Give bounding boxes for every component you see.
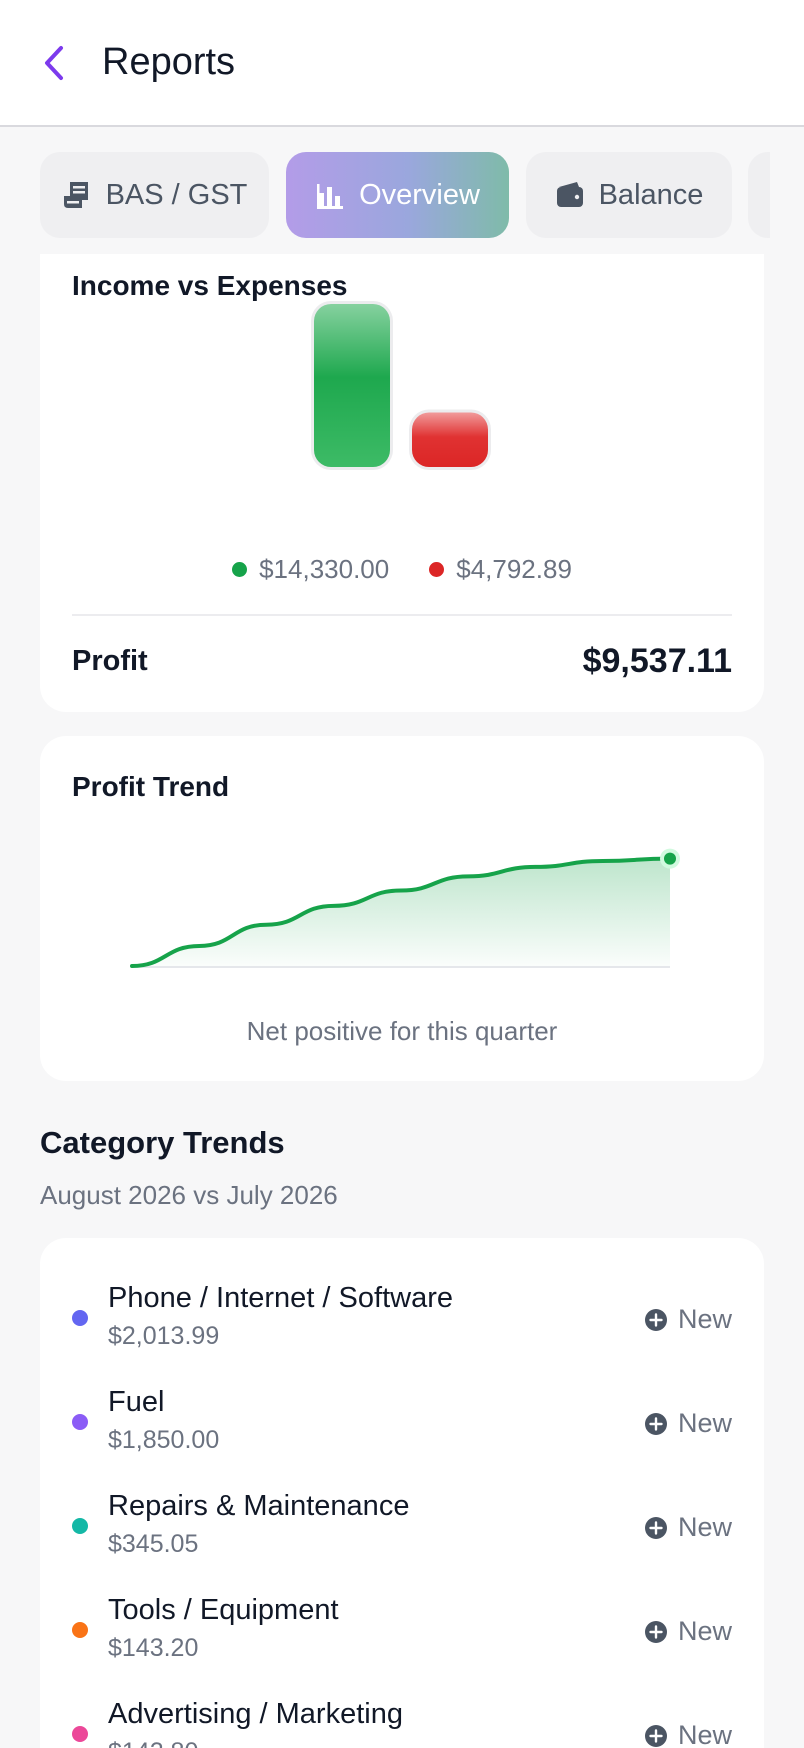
- income-expenses-chart: [311, 301, 491, 470]
- new-badge: New: [644, 1616, 732, 1647]
- category-trends-title: Category Trends: [40, 1125, 285, 1160]
- new-badge: New: [644, 1512, 732, 1543]
- category-amount: $1,850.00: [108, 1426, 220, 1454]
- plus-circle-icon: [644, 1620, 667, 1643]
- trend-endpoint: [664, 852, 676, 865]
- tab-label: Balance: [598, 178, 704, 211]
- profit-value: $9,537.11: [582, 642, 732, 680]
- trend-area: [132, 858, 670, 966]
- list-item[interactable]: Tools / Equipment $143.20 New: [40, 1582, 764, 1686]
- profit-trend-chart: [130, 848, 680, 968]
- tab-overview[interactable]: Overview: [286, 152, 509, 238]
- income-expenses-card: Income vs Expenses $14,330.00 $4,792.89: [40, 254, 764, 712]
- chevron-left-icon: [45, 45, 63, 80]
- tab-more[interactable]: [748, 152, 770, 238]
- tab-label: Overview: [359, 178, 480, 211]
- income-dot: [232, 562, 248, 577]
- expenses-value: $4,792.89: [456, 554, 572, 584]
- category-amount: $142.80: [108, 1738, 198, 1748]
- divider: [72, 614, 732, 616]
- category-name: Phone / Internet / Software: [108, 1282, 453, 1314]
- list-item[interactable]: Advertising / Marketing $142.80 New: [40, 1686, 764, 1748]
- tab-balance[interactable]: Balance: [526, 152, 732, 238]
- page-title: Reports: [102, 41, 236, 83]
- badge-label: New: [677, 1720, 732, 1748]
- profit-label: Profit: [72, 645, 148, 677]
- new-badge: New: [644, 1304, 732, 1335]
- receipt-icon: [63, 182, 88, 208]
- plus-circle-icon: [644, 1516, 667, 1539]
- category-list: Phone / Internet / Software $2,013.99 Ne…: [40, 1238, 764, 1748]
- plus-circle-icon: [644, 1412, 667, 1435]
- category-dot: [72, 1622, 88, 1638]
- category-name: Tools / Equipment: [108, 1594, 339, 1626]
- profit-trend-card: Profit Trend Net positive for this quart…: [40, 736, 764, 1081]
- badge-label: New: [677, 1304, 732, 1334]
- tab-label: BAS / GST: [105, 178, 248, 211]
- category-amount: $2,013.99: [108, 1322, 220, 1350]
- list-item[interactable]: Fuel $1,850.00 New: [40, 1374, 764, 1478]
- category-dot: [72, 1414, 88, 1430]
- bar-chart-icon: [317, 184, 344, 209]
- category-amount: $143.20: [108, 1634, 199, 1662]
- category-name: Repairs & Maintenance: [108, 1490, 410, 1522]
- category-dot: [72, 1726, 88, 1742]
- bar-expenses: [412, 412, 488, 467]
- top-app-bar: Reports: [0, 0, 804, 127]
- back-button[interactable]: [32, 41, 76, 85]
- profit-row: Profit $9,537.11: [72, 642, 732, 681]
- tab-bas-gst[interactable]: BAS / GST: [40, 152, 269, 238]
- badge-label: New: [677, 1408, 732, 1438]
- new-badge: New: [644, 1408, 732, 1439]
- trend-caption: Net positive for this quarter: [246, 1016, 558, 1046]
- category-trends-subtitle: August 2026 vs July 2026: [40, 1180, 338, 1210]
- category-dot: [72, 1518, 88, 1534]
- income-value: $14,330.00: [259, 554, 390, 584]
- plus-circle-icon: [644, 1308, 667, 1331]
- badge-label: New: [677, 1512, 732, 1542]
- expenses-dot: [429, 562, 445, 577]
- list-item[interactable]: Repairs & Maintenance $345.05 New: [40, 1478, 764, 1582]
- category-dot: [72, 1310, 88, 1326]
- category-name: Fuel: [108, 1386, 165, 1418]
- wallet-icon: [556, 182, 583, 207]
- report-tabs: BAS / GST Overview Balance: [40, 152, 770, 238]
- list-item[interactable]: Phone / Internet / Software $2,013.99 Ne…: [40, 1270, 764, 1374]
- chart-legend: $14,330.00 $4,792.89: [40, 554, 764, 585]
- bar-income: [314, 304, 390, 467]
- badge-label: New: [677, 1616, 732, 1646]
- plus-circle-icon: [644, 1724, 667, 1747]
- new-badge: New: [644, 1720, 732, 1748]
- category-amount: $345.05: [108, 1530, 199, 1558]
- legend-expenses: $4,792.89: [429, 554, 572, 585]
- category-name: Advertising / Marketing: [108, 1698, 403, 1730]
- legend-income: $14,330.00: [232, 554, 389, 585]
